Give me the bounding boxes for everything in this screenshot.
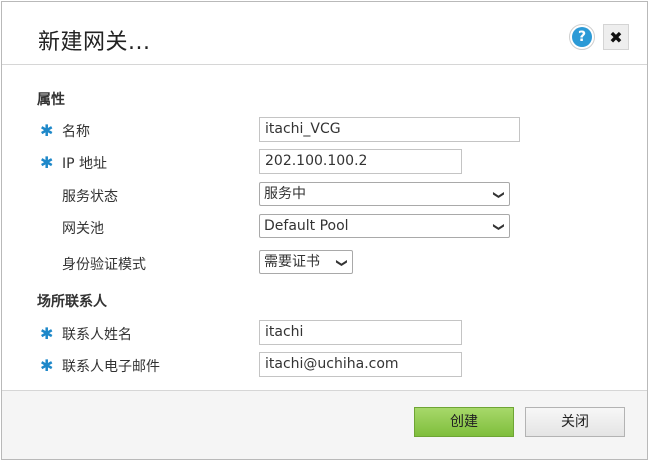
gateway-pool-row: 网关池 Default Pool ❯ bbox=[2, 214, 647, 240]
dialog-footer: 创建 关闭 bbox=[2, 390, 647, 459]
gateway-pool-label: 网关池 bbox=[62, 221, 104, 237]
service-state-value: 服务中 bbox=[264, 186, 306, 202]
auth-mode-label: 身份验证模式 bbox=[62, 257, 146, 273]
name-row: ✱ 名称 itachi_VCG bbox=[2, 117, 647, 143]
auth-mode-value: 需要证书 bbox=[264, 254, 320, 270]
required-icon: ✱ bbox=[40, 121, 54, 140]
required-icon: ✱ bbox=[40, 324, 54, 343]
close-button[interactable]: 关闭 bbox=[525, 407, 625, 437]
dialog-titlebar: 新建网关... ? ✖ bbox=[2, 2, 647, 64]
name-input[interactable]: itachi_VCG bbox=[259, 117, 520, 142]
section-properties-title: 属性 bbox=[37, 92, 65, 108]
service-state-row: 服务状态 服务中 ❯ bbox=[2, 182, 647, 208]
ip-label: IP 地址 bbox=[62, 156, 108, 172]
section-site-contact-title: 场所联系人 bbox=[37, 294, 107, 310]
auth-mode-select[interactable]: 需要证书 ❯ bbox=[259, 250, 353, 274]
chevron-down-icon: ❯ bbox=[335, 258, 349, 268]
gateway-pool-value: Default Pool bbox=[264, 218, 349, 234]
service-state-label: 服务状态 bbox=[62, 189, 118, 205]
new-gateway-dialog: 新建网关... ? ✖ 属性 ✱ 名称 itachi_VCG ✱ IP 地址 2… bbox=[1, 1, 648, 460]
name-label: 名称 bbox=[62, 124, 90, 140]
contact-name-row: ✱ 联系人姓名 itachi bbox=[2, 320, 647, 346]
contact-name-label: 联系人姓名 bbox=[62, 327, 132, 343]
contact-name-input[interactable]: itachi bbox=[259, 320, 462, 345]
required-icon: ✱ bbox=[40, 153, 54, 172]
help-icon: ? bbox=[572, 27, 592, 47]
dialog-title: 新建网关... bbox=[38, 30, 151, 55]
chevron-down-icon: ❯ bbox=[492, 190, 506, 200]
contact-email-row: ✱ 联系人电子邮件 itachi@uchiha.com bbox=[2, 352, 647, 378]
ip-row: ✱ IP 地址 202.100.100.2 bbox=[2, 149, 647, 175]
ip-input[interactable]: 202.100.100.2 bbox=[259, 149, 462, 174]
service-state-select[interactable]: 服务中 ❯ bbox=[259, 182, 510, 206]
close-icon[interactable]: ✖ bbox=[603, 24, 629, 50]
create-button[interactable]: 创建 bbox=[414, 407, 514, 437]
contact-email-input[interactable]: itachi@uchiha.com bbox=[259, 352, 462, 377]
required-icon: ✱ bbox=[40, 356, 54, 375]
chevron-down-icon: ❯ bbox=[492, 222, 506, 232]
auth-mode-row: 身份验证模式 需要证书 ❯ bbox=[2, 250, 647, 276]
dialog-body: 属性 ✱ 名称 itachi_VCG ✱ IP 地址 202.100.100.2… bbox=[2, 64, 647, 390]
contact-email-label: 联系人电子邮件 bbox=[62, 359, 160, 375]
gateway-pool-select[interactable]: Default Pool ❯ bbox=[259, 214, 510, 238]
help-button[interactable]: ? bbox=[569, 24, 595, 50]
